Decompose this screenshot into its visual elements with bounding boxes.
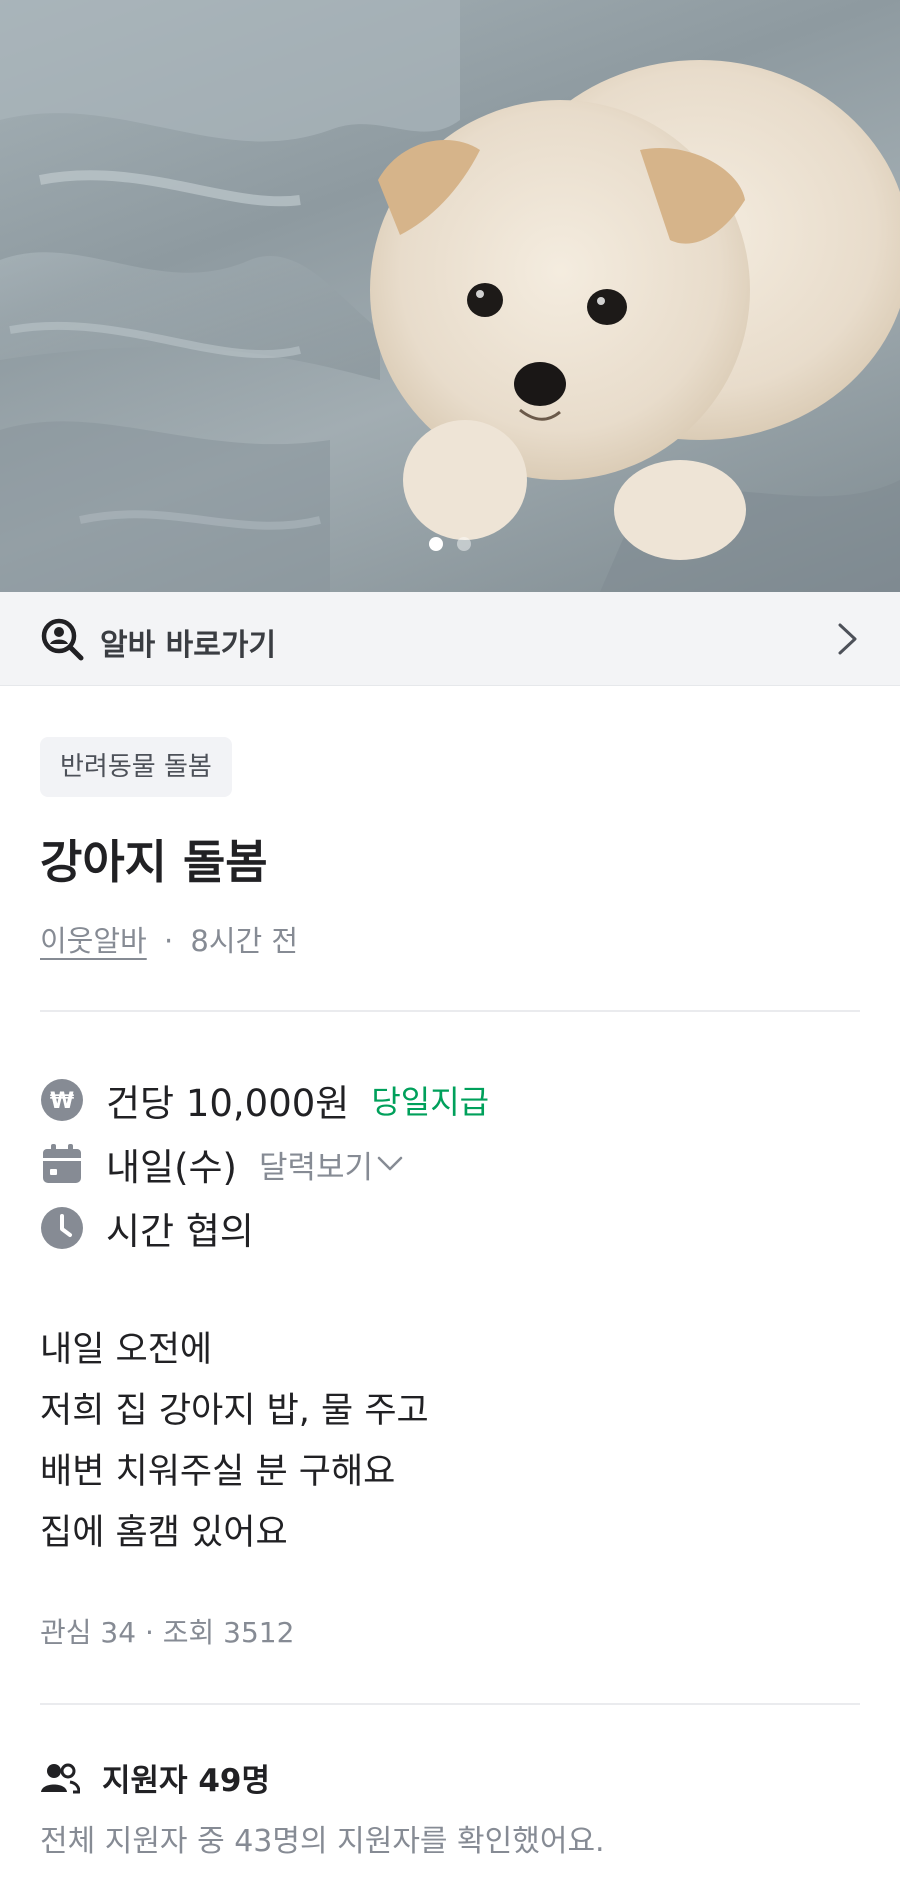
won-icon: ₩ — [41, 1079, 83, 1121]
description-line: 집에 홈캠 있어요 — [40, 1513, 288, 1553]
puppy-photo — [0, 0, 900, 592]
post-description: 내일 오전에 저희 집 강아지 밥, 물 주고 배변 치워주실 분 구해요 집에… — [40, 1320, 429, 1564]
image-pager[interactable] — [0, 537, 900, 551]
pay-amount: 건당 10,000원 — [106, 1082, 350, 1125]
chevron-right-icon — [838, 623, 857, 655]
divider — [40, 1703, 860, 1705]
work-date: 내일(수) — [106, 1146, 237, 1189]
date-row: 내일(수) 달력보기 — [40, 1139, 403, 1189]
posted-time: 8시간 전 — [190, 924, 299, 958]
divider — [40, 1010, 860, 1012]
applicants-count: 지원자 49명 — [102, 1763, 271, 1799]
pager-dot-active[interactable] — [429, 537, 443, 551]
alba-shortcut-label: 알바 바로가기 — [100, 628, 277, 663]
calendar-link[interactable]: 달력보기 — [259, 1142, 403, 1187]
chevron-down-icon — [377, 1156, 403, 1171]
description-line: 배변 치워주실 분 구해요 — [40, 1452, 396, 1492]
applicants-summary: 전체 지원자 중 43명의 지원자를 확인했어요. — [40, 1824, 605, 1859]
alba-shortcut-bar[interactable]: 알바 바로가기 — [0, 592, 900, 686]
hero-photo[interactable] — [0, 0, 900, 592]
author-link[interactable]: 이웃알바 — [40, 924, 147, 958]
work-time: 시간 협의 — [106, 1210, 254, 1253]
pay-row: ₩ 건당 10,000원 당일지급 — [40, 1075, 489, 1125]
description-line: 저희 집 강아지 밥, 물 주고 — [40, 1391, 429, 1431]
search-person-icon — [41, 618, 84, 661]
svg-text:₩: ₩ — [50, 1089, 74, 1114]
same-day-pay-tag: 당일지급 — [371, 1083, 490, 1121]
time-row: 시간 협의 — [40, 1203, 254, 1253]
clock-icon — [41, 1207, 83, 1249]
calendar-icon — [43, 1144, 81, 1183]
applicants-header: 지원자 49명 — [40, 1755, 270, 1800]
category-chip[interactable]: 반려동물 돌봄 — [40, 737, 232, 797]
pager-dot[interactable] — [457, 537, 471, 551]
meta-separator: · — [163, 924, 174, 958]
post-title: 강아지 돌봄 — [40, 835, 268, 889]
post-stats: 관심 34 · 조회 3512 — [40, 1616, 295, 1649]
people-icon — [41, 1763, 80, 1793]
post-meta: 이웃알바 · 8시간 전 — [40, 918, 298, 960]
calendar-link-label: 달력보기 — [259, 1149, 374, 1186]
description-line: 내일 오전에 — [40, 1330, 213, 1370]
